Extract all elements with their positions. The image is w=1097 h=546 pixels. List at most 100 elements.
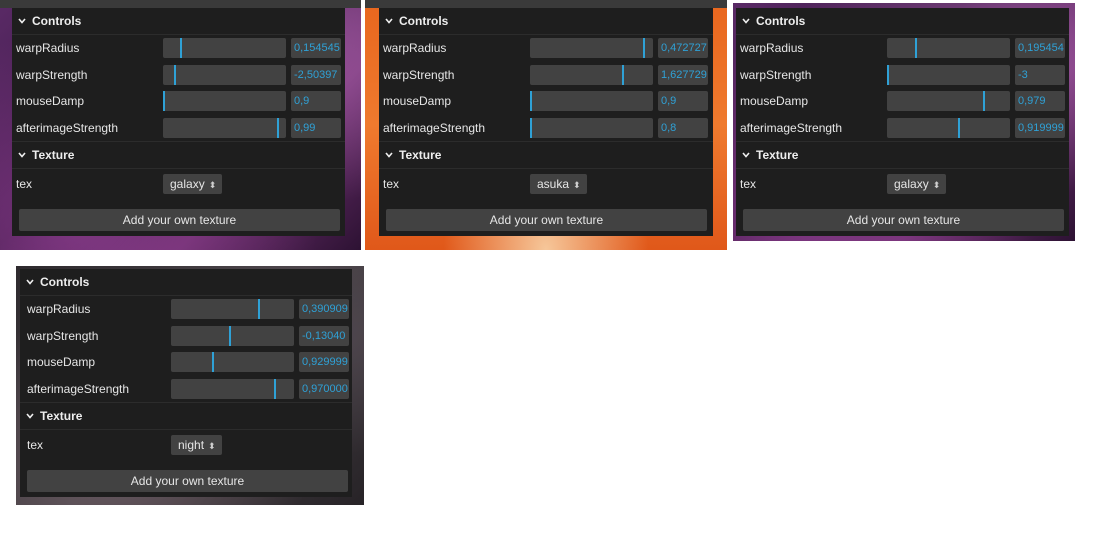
chevron-down-icon xyxy=(742,151,750,159)
slider-afterimageStrength[interactable] xyxy=(163,117,286,138)
value-input-warpStrength[interactable]: 1,627729 xyxy=(658,64,708,85)
slider-thumb[interactable] xyxy=(958,117,960,138)
slider-thumb[interactable] xyxy=(915,38,917,59)
slider-thumb[interactable] xyxy=(887,64,889,85)
chevron-down-icon xyxy=(385,17,393,25)
slider-warpRadius[interactable] xyxy=(887,38,1010,59)
label-tex: tex xyxy=(740,177,757,191)
add-texture-button[interactable]: Add your own texture xyxy=(19,209,340,231)
label-warpRadius: warpRadius xyxy=(383,41,447,56)
slider-afterimageStrength[interactable] xyxy=(530,117,653,138)
add-texture-button[interactable]: Add your own texture xyxy=(743,209,1064,231)
control-afterimageStrength: afterimageStrength 0,919999 xyxy=(736,115,1069,142)
add-texture-button[interactable]: Add your own texture xyxy=(27,470,348,492)
value-input-warpRadius[interactable]: 0,390909 xyxy=(299,299,349,320)
value-input-mouseDamp[interactable]: 0,9 xyxy=(291,91,341,112)
control-warpStrength: warpStrength -3 xyxy=(736,62,1069,89)
slider-warpStrength[interactable] xyxy=(530,64,653,85)
slider-thumb[interactable] xyxy=(530,91,532,112)
control-warpRadius: warpRadius 0,195454 xyxy=(736,35,1069,62)
slider-thumb[interactable] xyxy=(274,378,276,399)
label-afterimageStrength: afterimageStrength xyxy=(27,381,130,396)
slider-thumb[interactable] xyxy=(174,64,176,85)
value-input-afterimageStrength[interactable]: 0,919999 xyxy=(1015,117,1065,138)
slider-thumb[interactable] xyxy=(643,38,645,59)
slider-thumb[interactable] xyxy=(530,117,532,138)
gui-panel: Controls warpRadius 0,390909 warpStrengt… xyxy=(20,269,352,497)
slider-mouseDamp[interactable] xyxy=(530,91,653,112)
tex-select-value: asuka xyxy=(537,177,570,191)
slider-warpStrength[interactable] xyxy=(171,325,294,346)
control-mouseDamp: mouseDamp 0,9 xyxy=(12,88,345,115)
folder-controls-header[interactable]: Controls xyxy=(20,269,352,296)
chevron-down-icon xyxy=(385,151,393,159)
slider-mouseDamp[interactable] xyxy=(887,91,1010,112)
folder-texture-header[interactable]: Texture xyxy=(736,142,1069,169)
control-mouseDamp: mouseDamp 0,979 xyxy=(736,88,1069,115)
slider-warpRadius[interactable] xyxy=(530,38,653,59)
slider-warpRadius[interactable] xyxy=(163,38,286,59)
slider-warpRadius[interactable] xyxy=(171,299,294,320)
folder-controls-header[interactable]: Controls xyxy=(379,8,713,35)
tex-select[interactable]: night ⬍ xyxy=(171,435,222,455)
control-mouseDamp: mouseDamp 0,9 xyxy=(379,88,713,115)
value-input-warpRadius[interactable]: 0,472727 xyxy=(658,38,708,59)
slider-thumb[interactable] xyxy=(163,91,165,112)
folder-controls-header[interactable]: Controls xyxy=(736,8,1069,35)
value-input-mouseDamp[interactable]: 0,929999 xyxy=(299,352,349,373)
slider-afterimageStrength[interactable] xyxy=(887,117,1010,138)
control-warpStrength: warpStrength 1,627729 xyxy=(379,62,713,89)
slider-thumb[interactable] xyxy=(258,299,260,320)
label-afterimageStrength: afterimageStrength xyxy=(16,120,119,135)
control-tex: tex night ⬍ xyxy=(20,430,352,460)
slider-afterimageStrength[interactable] xyxy=(171,378,294,399)
value-input-afterimageStrength[interactable]: 0,99 xyxy=(291,117,341,138)
tex-select[interactable]: galaxy ⬍ xyxy=(887,174,947,194)
slider-thumb[interactable] xyxy=(180,38,182,59)
label-tex: tex xyxy=(383,177,400,191)
value-input-mouseDamp[interactable]: 0,979 xyxy=(1015,91,1065,112)
slider-thumb[interactable] xyxy=(277,117,279,138)
value-input-warpStrength[interactable]: -3 xyxy=(1015,64,1065,85)
label-warpStrength: warpStrength xyxy=(740,67,812,82)
slider-thumb[interactable] xyxy=(622,64,624,85)
slider-warpStrength[interactable] xyxy=(887,64,1010,85)
control-warpRadius: warpRadius 0,390909 xyxy=(20,296,352,323)
slider-mouseDamp[interactable] xyxy=(171,352,294,373)
screenshot-1: Controls warpRadius 0,154545 warpStrengt… xyxy=(0,0,361,250)
folder-controls-title: Controls xyxy=(756,14,806,28)
value-input-mouseDamp[interactable]: 0,9 xyxy=(658,91,708,112)
value-input-afterimageStrength[interactable]: 0,970000 xyxy=(299,378,349,399)
folder-controls-title: Controls xyxy=(32,14,82,28)
label-warpStrength: warpStrength xyxy=(16,67,88,82)
screenshot-3: Controls warpRadius 0,195454 warpStrengt… xyxy=(733,3,1075,241)
gui-panel: Controls warpRadius 0,195454 warpStrengt… xyxy=(736,8,1069,236)
chevron-down-icon xyxy=(18,17,26,25)
folder-texture-header[interactable]: Texture xyxy=(379,142,713,169)
add-texture-button[interactable]: Add your own texture xyxy=(386,209,707,231)
value-input-afterimageStrength[interactable]: 0,8 xyxy=(658,117,708,138)
slider-mouseDamp[interactable] xyxy=(163,91,286,112)
folder-controls-header[interactable]: Controls xyxy=(12,8,345,35)
screenshot-2: Controls warpRadius 0,472727 warpStrengt… xyxy=(365,0,727,250)
label-mouseDamp: mouseDamp xyxy=(740,94,809,109)
slider-thumb[interactable] xyxy=(983,91,985,112)
tex-select-value: galaxy xyxy=(894,177,929,191)
chevron-down-icon xyxy=(26,412,34,420)
up-down-arrows-icon: ⬍ xyxy=(208,180,217,190)
control-afterimageStrength: afterimageStrength 0,99 xyxy=(12,115,345,142)
gui-panel: Controls warpRadius 0,472727 warpStrengt… xyxy=(379,8,713,236)
slider-warpStrength[interactable] xyxy=(163,64,286,85)
slider-thumb[interactable] xyxy=(212,352,214,373)
tex-select[interactable]: asuka ⬍ xyxy=(530,174,587,194)
label-warpRadius: warpRadius xyxy=(27,302,91,317)
label-warpStrength: warpStrength xyxy=(27,328,99,343)
tex-select[interactable]: galaxy ⬍ xyxy=(163,174,223,194)
value-input-warpStrength[interactable]: -0,13040 xyxy=(299,325,349,346)
value-input-warpRadius[interactable]: 0,154545 xyxy=(291,38,341,59)
value-input-warpRadius[interactable]: 0,195454 xyxy=(1015,38,1065,59)
slider-thumb[interactable] xyxy=(229,325,231,346)
value-input-warpStrength[interactable]: -2,50397 xyxy=(291,64,341,85)
folder-texture-header[interactable]: Texture xyxy=(20,403,352,430)
folder-texture-header[interactable]: Texture xyxy=(12,142,345,169)
